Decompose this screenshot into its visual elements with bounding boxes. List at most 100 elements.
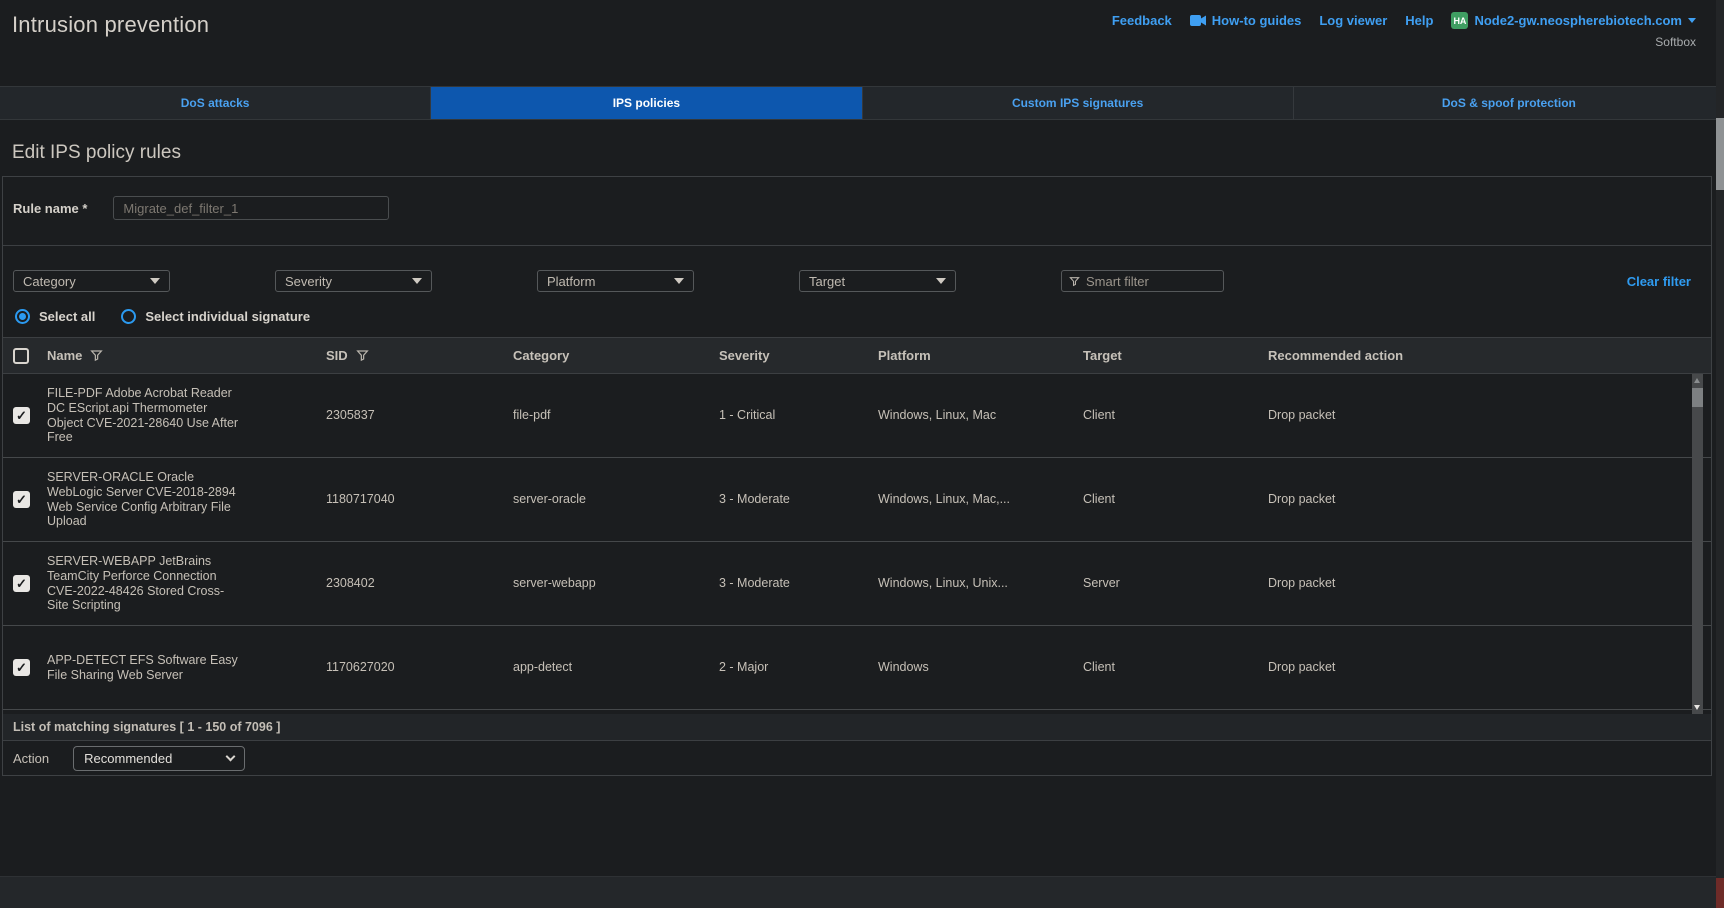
select-all-checkbox-cell bbox=[3, 348, 47, 364]
signature-category: server-oracle bbox=[513, 492, 719, 507]
signature-name: SERVER-WEBAPP JetBrains TeamCity Perforc… bbox=[47, 554, 326, 613]
appliance-menu[interactable]: HA Node2-gw.neospherebiotech.com bbox=[1451, 12, 1696, 29]
signature-category: file-pdf bbox=[513, 408, 719, 423]
clear-filter-link[interactable]: Clear filter bbox=[1627, 274, 1691, 289]
chevron-down-icon bbox=[936, 278, 946, 284]
target-dropdown[interactable]: Target bbox=[799, 270, 956, 292]
chevron-down-icon bbox=[674, 278, 684, 284]
table-row: FILE-PDF Adobe Acrobat Reader DC EScript… bbox=[3, 374, 1711, 458]
header-links: Feedback How-to guides Log viewer Help H… bbox=[1112, 12, 1696, 29]
page-scrollbar-bottom bbox=[1716, 878, 1724, 908]
bottom-strip bbox=[0, 876, 1724, 908]
top-header: Intrusion prevention Feedback How-to gui… bbox=[0, 0, 1724, 86]
tab-dos-attacks[interactable]: DoS attacks bbox=[0, 87, 431, 119]
signature-name: SERVER-ORACLE Oracle WebLogic Server CVE… bbox=[47, 470, 326, 529]
selection-mode-row: Select all Select individual signature bbox=[3, 292, 1711, 337]
signatures-table-header: Name SID Category Severity Platform Targ… bbox=[3, 337, 1711, 374]
signature-target: Client bbox=[1083, 660, 1268, 675]
signature-severity: 3 - Moderate bbox=[719, 492, 878, 507]
scroll-down-arrow-icon[interactable] bbox=[1694, 705, 1700, 710]
rule-name-input[interactable] bbox=[113, 196, 389, 220]
page-scrollbar-thumb[interactable] bbox=[1716, 118, 1724, 190]
page-scrollbar[interactable] bbox=[1716, 0, 1724, 908]
radio-unselected-icon bbox=[121, 309, 136, 324]
smart-filter-input[interactable] bbox=[1086, 274, 1206, 289]
tab-custom-ips-signatures[interactable]: Custom IPS signatures bbox=[863, 87, 1294, 119]
ha-badge: HA bbox=[1451, 12, 1468, 29]
section-title: Edit IPS policy rules bbox=[0, 120, 1724, 176]
signature-target: Client bbox=[1083, 408, 1268, 423]
scroll-up-arrow-icon[interactable] bbox=[1694, 378, 1700, 383]
page-title: Intrusion prevention bbox=[12, 12, 209, 86]
table-scrollbar-thumb[interactable] bbox=[1692, 388, 1703, 407]
row-checkbox[interactable] bbox=[13, 407, 30, 424]
action-label: Action bbox=[13, 751, 49, 766]
select-individual-radio[interactable]: Select individual signature bbox=[121, 309, 310, 324]
radio-selected-icon bbox=[15, 309, 30, 324]
signature-name: APP-DETECT EFS Software Easy File Sharin… bbox=[47, 653, 326, 683]
rule-name-row: Rule name * bbox=[3, 177, 1711, 245]
how-to-guides-link[interactable]: How-to guides bbox=[1190, 13, 1302, 28]
signature-target: Server bbox=[1083, 576, 1268, 591]
edit-policy-panel: Rule name * Category Severity Platform T… bbox=[2, 176, 1712, 776]
platform-dropdown[interactable]: Platform bbox=[537, 270, 694, 292]
severity-dropdown[interactable]: Severity bbox=[275, 270, 432, 292]
video-camera-icon bbox=[1190, 15, 1206, 26]
tab-ips-policies[interactable]: IPS policies bbox=[431, 87, 862, 119]
tab-bar: DoS attacks IPS policies Custom IPS sign… bbox=[0, 86, 1724, 120]
signature-platform: Windows bbox=[878, 660, 1083, 675]
hostname: Node2-gw.neospherebiotech.com bbox=[1474, 13, 1682, 28]
signature-platform: Windows, Linux, Mac bbox=[878, 408, 1083, 423]
column-header-sid[interactable]: SID bbox=[326, 348, 513, 363]
column-header-recommended-action: Recommended action bbox=[1268, 348, 1711, 363]
signature-action: Drop packet bbox=[1268, 492, 1711, 507]
signature-action: Drop packet bbox=[1268, 408, 1711, 423]
filter-funnel-icon bbox=[1069, 276, 1080, 287]
signature-sid: 1180717040 bbox=[326, 492, 513, 507]
signature-action: Drop packet bbox=[1268, 660, 1711, 675]
chevron-down-icon bbox=[412, 278, 422, 284]
action-select[interactable]: Recommended bbox=[73, 746, 245, 771]
filter-funnel-icon[interactable] bbox=[356, 349, 369, 362]
signature-platform: Windows, Linux, Unix... bbox=[878, 576, 1083, 591]
category-dropdown[interactable]: Category bbox=[13, 270, 170, 292]
signatures-table-body: FILE-PDF Adobe Acrobat Reader DC EScript… bbox=[3, 374, 1711, 714]
tab-dos-spoof-protection[interactable]: DoS & spoof protection bbox=[1294, 87, 1724, 119]
signature-sid: 2308402 bbox=[326, 576, 513, 591]
column-header-target: Target bbox=[1083, 348, 1268, 363]
feedback-link[interactable]: Feedback bbox=[1112, 13, 1172, 28]
signature-target: Client bbox=[1083, 492, 1268, 507]
chevron-down-icon bbox=[226, 752, 236, 762]
results-summary-text: List of matching signatures [ 1 - 150 of… bbox=[13, 720, 280, 734]
table-row: SERVER-WEBAPP JetBrains TeamCity Perforc… bbox=[3, 542, 1711, 626]
column-header-platform: Platform bbox=[878, 348, 1083, 363]
signature-platform: Windows, Linux, Mac,... bbox=[878, 492, 1083, 507]
chevron-down-icon bbox=[1688, 18, 1696, 23]
log-viewer-link[interactable]: Log viewer bbox=[1319, 13, 1387, 28]
select-all-radio[interactable]: Select all bbox=[15, 309, 95, 324]
row-checkbox[interactable] bbox=[13, 575, 30, 592]
smart-filter-field bbox=[1061, 270, 1224, 292]
table-row: APP-DETECT EFS Software Easy File Sharin… bbox=[3, 626, 1711, 710]
signature-name: FILE-PDF Adobe Acrobat Reader DC EScript… bbox=[47, 386, 326, 445]
row-checkbox[interactable] bbox=[13, 491, 30, 508]
signature-severity: 1 - Critical bbox=[719, 408, 878, 423]
signature-severity: 3 - Moderate bbox=[719, 576, 878, 591]
chevron-down-icon bbox=[150, 278, 160, 284]
select-all-checkbox[interactable] bbox=[13, 348, 29, 364]
column-header-name[interactable]: Name bbox=[47, 348, 326, 363]
signature-severity: 2 - Major bbox=[719, 660, 878, 675]
column-header-category: Category bbox=[513, 348, 719, 363]
signature-sid: 1170627020 bbox=[326, 660, 513, 675]
help-link[interactable]: Help bbox=[1405, 13, 1433, 28]
table-row: SERVER-ORACLE Oracle WebLogic Server CVE… bbox=[3, 458, 1711, 542]
signature-action: Drop packet bbox=[1268, 576, 1711, 591]
rule-name-label: Rule name * bbox=[13, 201, 87, 216]
table-scrollbar[interactable] bbox=[1692, 374, 1703, 714]
header-right: Feedback How-to guides Log viewer Help H… bbox=[1112, 12, 1710, 86]
signature-category: server-webapp bbox=[513, 576, 719, 591]
filter-funnel-icon[interactable] bbox=[90, 349, 103, 362]
action-row: Action Recommended bbox=[3, 741, 1711, 775]
row-checkbox[interactable] bbox=[13, 659, 30, 676]
signature-category: app-detect bbox=[513, 660, 719, 675]
